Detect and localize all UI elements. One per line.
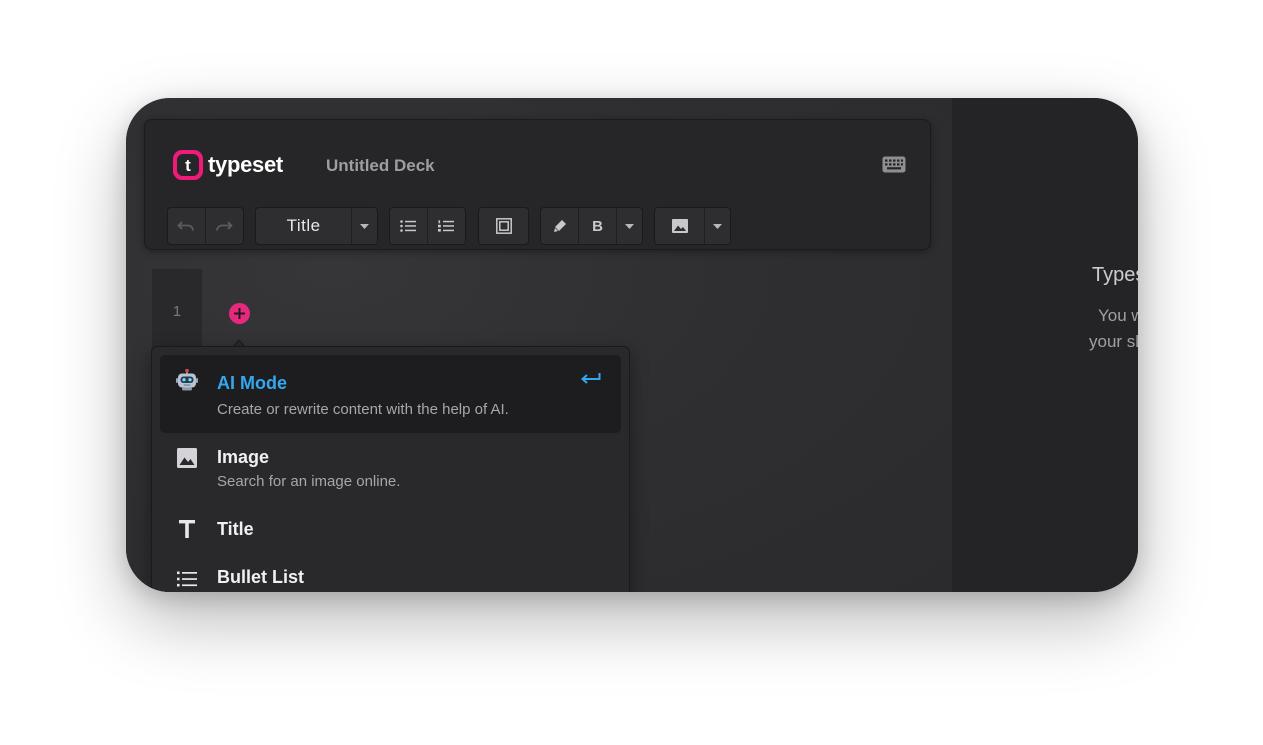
layout-group xyxy=(478,207,529,245)
image-icon xyxy=(671,219,688,233)
plus-icon xyxy=(234,308,245,319)
enter-key-icon xyxy=(580,372,601,390)
menu-item-title[interactable]: Title xyxy=(160,507,621,549)
insert-image-button[interactable] xyxy=(655,208,706,244)
onboarding-panel: ✕ Typeset is a You write ov your slides … xyxy=(952,98,1138,592)
deck-title[interactable]: Untitled Deck xyxy=(326,156,435,176)
bullet-list-icon xyxy=(400,220,417,232)
menu-item-description: Search for an image online. xyxy=(217,473,401,490)
brand-name: typeset xyxy=(208,152,283,177)
bold-button[interactable]: B xyxy=(579,208,617,244)
robot-icon xyxy=(176,369,198,391)
bullet-list-icon xyxy=(176,568,198,590)
chevron-down-icon xyxy=(625,223,634,229)
image-group xyxy=(654,207,731,245)
app-window: t typeset Untitled Deck Title B 1 AI Mod… xyxy=(126,98,1138,592)
logo-mark-icon: t xyxy=(173,150,203,180)
block-type-value[interactable]: Title xyxy=(256,208,353,244)
text-style-dropdown-button[interactable] xyxy=(617,208,642,244)
image-icon xyxy=(176,447,198,469)
keyboard-icon[interactable] xyxy=(882,156,906,173)
menu-item-label: Bullet List xyxy=(217,567,305,587)
highlight-button[interactable] xyxy=(541,208,579,244)
chevron-down-icon xyxy=(360,223,370,229)
insert-menu: AI Mode Create or rewrite content with t… xyxy=(151,346,630,592)
onboarding-title: Typeset is a xyxy=(1092,264,1138,286)
slide-number[interactable]: 1 xyxy=(152,303,202,320)
menu-item-description: Create or rewrite content with the help … xyxy=(217,401,509,418)
add-block-button[interactable] xyxy=(229,303,250,324)
menu-item-label: Title xyxy=(217,519,254,539)
numbered-list-button[interactable] xyxy=(428,208,466,244)
redo-button[interactable] xyxy=(206,208,244,244)
block-type-dropdown-button[interactable] xyxy=(352,208,377,244)
marker-icon xyxy=(553,220,566,232)
brand-logo[interactable]: t typeset xyxy=(173,150,283,180)
logo-letter: t xyxy=(177,154,199,176)
text-t-icon xyxy=(176,518,198,540)
bullet-list-button[interactable] xyxy=(390,208,428,244)
editor-area: t typeset Untitled Deck Title B 1 AI Mod… xyxy=(126,98,952,592)
menu-item-bullet-list[interactable]: Bullet List xyxy=(160,557,621,592)
undo-button[interactable] xyxy=(168,208,206,244)
text-style-group: B xyxy=(540,207,643,245)
menu-item-ai-mode[interactable]: AI Mode Create or rewrite content with t… xyxy=(160,355,621,433)
block-type-select[interactable]: Title xyxy=(255,207,378,245)
undo-icon xyxy=(177,221,195,231)
list-group xyxy=(389,207,466,245)
onboarding-text-line-1: You write ov xyxy=(1098,306,1138,325)
bold-label: B xyxy=(592,217,603,235)
numbered-list-icon xyxy=(438,220,455,232)
menu-item-label: Image xyxy=(217,447,270,467)
menu-item-label: AI Mode xyxy=(217,373,287,393)
header-toolbar: t typeset Untitled Deck Title B xyxy=(144,119,931,250)
history-group xyxy=(167,207,244,245)
layout-icon xyxy=(495,218,512,234)
chevron-down-icon xyxy=(713,223,723,229)
block-type-label: Title xyxy=(286,216,321,235)
image-dropdown-button[interactable] xyxy=(705,208,730,244)
onboarding-text-line-2: your slides wi xyxy=(1089,332,1138,351)
redo-icon xyxy=(216,221,234,231)
menu-item-image[interactable]: Image Search for an image online. xyxy=(160,437,621,497)
layout-button[interactable] xyxy=(479,208,528,244)
